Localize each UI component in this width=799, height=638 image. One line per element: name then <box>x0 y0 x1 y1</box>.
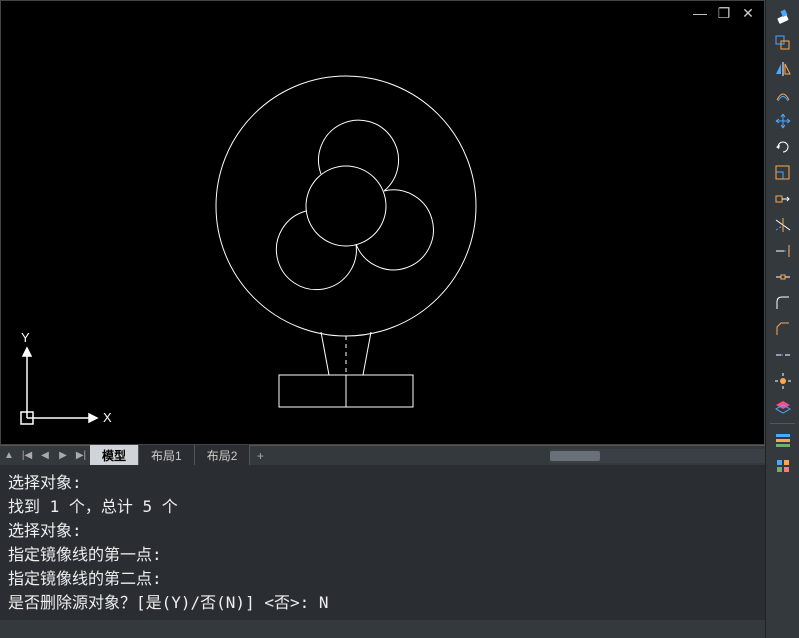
close-button[interactable]: ✕ <box>740 5 756 21</box>
move-button[interactable] <box>770 109 796 133</box>
chamfer-button[interactable] <box>770 317 796 341</box>
erase-button[interactable] <box>770 5 796 29</box>
command-line: 选择对象: <box>8 471 757 495</box>
svg-text:X: X <box>103 410 112 425</box>
command-line: 指定镜像线的第二点: <box>8 567 757 591</box>
status-bar-area <box>0 620 765 638</box>
command-line: 找到 1 个，总计 5 个 <box>8 495 757 519</box>
command-line: 选择对象: <box>8 519 757 543</box>
stretch-button[interactable] <box>770 187 796 211</box>
tab-bar: ▲ |◀ ◀ ▶ ▶| 模型 布局1 布局2 + <box>0 445 765 465</box>
svg-text:Y: Y <box>21 330 30 345</box>
tool-properties-button[interactable] <box>770 428 796 452</box>
break-button[interactable] <box>770 265 796 289</box>
window-controls: — ❐ ✕ <box>692 5 756 21</box>
toolbar-separator <box>770 423 795 424</box>
minimize-button[interactable]: — <box>692 5 708 21</box>
scrollbar-thumb[interactable] <box>550 451 600 461</box>
tab-layout2[interactable]: 布局2 <box>195 445 251 466</box>
tab-first-icon[interactable]: |◀ <box>18 447 36 465</box>
drawing-viewport[interactable]: X Y <box>1 1 764 444</box>
horizontal-scrollbar[interactable] <box>550 449 765 463</box>
tool-palette-button[interactable] <box>770 454 796 478</box>
tab-next-icon[interactable]: ▶ <box>54 447 72 465</box>
scale-button[interactable] <box>770 161 796 185</box>
command-line: 是否删除源对象？[是(Y)/否(N)] <否>: N <box>8 591 757 615</box>
tab-model[interactable]: 模型 <box>90 445 139 466</box>
viewport-container: — ❐ ✕ <box>0 0 765 445</box>
join-button[interactable] <box>770 343 796 367</box>
fillet-button[interactable] <box>770 291 796 315</box>
tab-prev-icon[interactable]: ◀ <box>36 447 54 465</box>
modify-toolbar <box>765 0 799 638</box>
explode-button[interactable] <box>770 369 796 393</box>
maximize-button[interactable]: ❐ <box>716 5 732 21</box>
extend-button[interactable] <box>770 239 796 263</box>
command-line: 指定镜像线的第一点: <box>8 543 757 567</box>
ucs-icon: X Y <box>7 328 117 438</box>
offset-button[interactable] <box>770 83 796 107</box>
tab-expand-icon[interactable]: ▲ <box>0 447 18 465</box>
copy-button[interactable] <box>770 31 796 55</box>
tab-last-icon[interactable]: ▶| <box>72 447 90 465</box>
rotate-button[interactable] <box>770 135 796 159</box>
tool-layer-button[interactable] <box>770 395 796 419</box>
tab-add-button[interactable]: + <box>250 449 270 463</box>
command-history-panel: 选择对象: 找到 1 个，总计 5 个 选择对象: 指定镜像线的第一点: 指定镜… <box>0 465 765 620</box>
tab-layout1[interactable]: 布局1 <box>139 445 195 466</box>
mirror-button[interactable] <box>770 57 796 81</box>
trim-button[interactable] <box>770 213 796 237</box>
